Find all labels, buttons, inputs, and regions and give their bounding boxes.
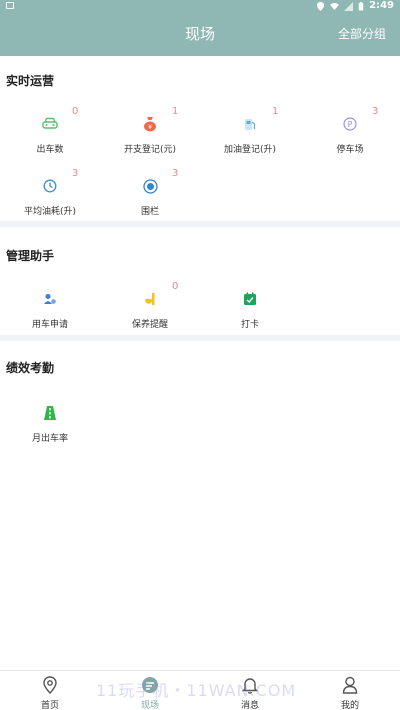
item-departures[interactable]: 出车数 0 (0, 106, 100, 164)
tab-profile[interactable]: 我的 (300, 671, 400, 710)
item-label: 加油登记(升) (223, 145, 277, 155)
timer-icon (40, 176, 60, 196)
tab-label: 现场 (140, 701, 159, 710)
item-fence[interactable]: 围栏 3 (100, 168, 200, 226)
battery-icon (358, 1, 364, 11)
fuel-icon (240, 114, 260, 134)
money-bag-icon: ¥ (140, 114, 160, 134)
item-label: 打卡 (240, 320, 259, 330)
item-maintenance[interactable]: 保养提醒 0 (100, 281, 200, 339)
all-groups-button[interactable]: 全部分组 (338, 12, 386, 56)
item-count: 0 (72, 106, 79, 117)
item-label: 停车场 (336, 145, 364, 155)
item-avg-fuel[interactable]: 平均油耗(升) 3 (0, 168, 100, 226)
status-time: 2:49 (369, 0, 394, 11)
item-count: 3 (172, 168, 179, 179)
item-count: 1 (272, 106, 279, 117)
tab-home[interactable]: 首页 (0, 671, 100, 710)
scene-icon (140, 675, 160, 695)
location-icon (317, 1, 325, 11)
section-title-assistant: 管理助手 (6, 249, 55, 263)
fence-target-icon (140, 176, 160, 196)
item-label: 用车申请 (31, 320, 68, 330)
section-performance: 绩效考勤 月出车率 (0, 341, 400, 461)
bottom-tab-bar: 首页 现场 消息 我的 11玩手机・11WAN.COM (0, 670, 400, 710)
location-pin-icon (40, 675, 60, 695)
signal-icon (344, 1, 354, 11)
item-count: 1 (172, 106, 179, 117)
section-assistant: 管理助手 用车申请 保养提醒 0 打卡 (0, 227, 400, 335)
item-label: 围栏 (140, 207, 159, 217)
tab-label: 消息 (240, 701, 259, 710)
wifi-icon (330, 2, 340, 10)
section-title-performance: 绩效考勤 (6, 361, 55, 375)
item-checkin[interactable]: 打卡 (200, 289, 300, 339)
tab-label: 首页 (40, 701, 59, 710)
item-vehicle-request[interactable]: 用车申请 (0, 289, 100, 339)
parking-icon: P (340, 114, 360, 134)
item-count: 3 (372, 106, 379, 117)
notification-icon (6, 2, 14, 9)
tab-scene[interactable]: 现场 (100, 671, 200, 710)
item-label: 月出车率 (31, 434, 68, 444)
car-icon (40, 114, 60, 134)
status-bar: 2:49 (0, 0, 400, 12)
item-parking[interactable]: P 停车场 3 (300, 106, 400, 164)
user-car-request-icon (40, 289, 60, 309)
road-icon (40, 403, 60, 423)
profile-icon (340, 675, 360, 695)
svg-text:P: P (348, 120, 353, 129)
svg-text:¥: ¥ (148, 124, 152, 131)
item-count: 0 (172, 281, 179, 292)
section-realtime: 实时运营 出车数 0 ¥ 开支登记(元) 1 加油登记(升) 1 P 停车场 3… (0, 56, 400, 221)
item-count: 3 (72, 168, 79, 179)
bell-icon (240, 675, 260, 695)
item-refuel[interactable]: 加油登记(升) 1 (200, 106, 300, 164)
item-label: 出车数 (36, 145, 64, 155)
tab-messages[interactable]: 消息 (200, 671, 300, 710)
item-expense[interactable]: ¥ 开支登记(元) 1 (100, 106, 200, 164)
maintenance-icon (140, 289, 160, 309)
tab-label: 我的 (340, 701, 359, 710)
section-title-realtime: 实时运营 (6, 74, 55, 88)
status-bar-right: 2:49 (316, 0, 394, 12)
item-monthly-rate[interactable]: 月出车率 (0, 403, 100, 453)
app-header: 现场 全部分组 (0, 12, 400, 56)
item-label: 平均油耗(升) (23, 207, 77, 217)
item-label: 保养提醒 (131, 320, 168, 330)
item-label: 开支登记(元) (123, 145, 177, 155)
checkin-icon (240, 289, 260, 309)
